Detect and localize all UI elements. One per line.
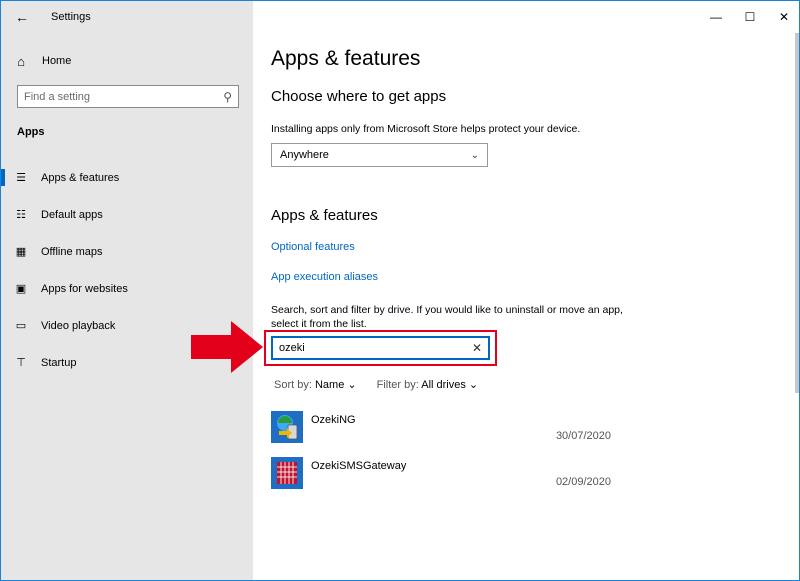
clear-icon[interactable]: ✕ bbox=[472, 341, 482, 355]
sort-filter-row: Sort by: Name ⌄ Filter by: All drives ⌄ bbox=[274, 378, 478, 391]
ozeki-sms-gateway-app-icon bbox=[271, 457, 303, 489]
window-title: Settings bbox=[51, 11, 91, 23]
pointer-arrow-icon bbox=[191, 321, 263, 373]
sidebar-item-label: Video playback bbox=[41, 319, 116, 332]
choose-heading: Choose where to get apps bbox=[271, 88, 447, 105]
app-search-input[interactable] bbox=[279, 342, 459, 354]
minimize-icon[interactable]: — bbox=[699, 1, 733, 33]
optional-features-link[interactable]: Optional features bbox=[271, 241, 355, 253]
sidebar-item-label: Default apps bbox=[41, 208, 103, 221]
app-date: 30/07/2020 bbox=[555, 430, 611, 442]
app-search-box: ✕ bbox=[271, 336, 490, 360]
app-name: OzekiSMSGateway bbox=[311, 460, 407, 472]
app-list-item[interactable]: OzekiSMSGateway 02/09/2020 bbox=[271, 457, 611, 497]
sidebar-item-label: Offline maps bbox=[41, 245, 103, 258]
app-execution-aliases-link[interactable]: App execution aliases bbox=[271, 271, 378, 283]
sidebar-item-apps-features[interactable]: ☰ Apps & features bbox=[1, 159, 253, 196]
sidebar-item-label: Apps for websites bbox=[41, 282, 128, 295]
find-setting-box: ⚲ bbox=[17, 85, 239, 108]
find-setting-input[interactable] bbox=[24, 90, 204, 103]
apps-features-icon: ☰ bbox=[16, 172, 26, 184]
section-label: Apps bbox=[17, 126, 45, 138]
app-source-value: Anywhere bbox=[280, 149, 329, 161]
sort-value: Name bbox=[314, 379, 345, 391]
sort-by-control[interactable]: Sort by: Name ⌄ bbox=[274, 378, 357, 391]
sidebar-item-label: Apps & features bbox=[41, 171, 120, 184]
chevron-down-icon: ⌄ bbox=[470, 149, 479, 161]
default-apps-icon: ☷ bbox=[16, 209, 26, 221]
back-arrow-icon[interactable]: ← bbox=[1, 1, 43, 33]
sort-label: Sort by: bbox=[274, 379, 312, 391]
app-name: OzekiNG bbox=[311, 414, 356, 426]
sidebar: ← Settings ⌂ Home ⚲ Apps ☰ Apps & featur… bbox=[1, 1, 253, 580]
video-playback-icon: ▭ bbox=[15, 320, 27, 332]
filter-value: All drives bbox=[421, 379, 466, 391]
choose-description: Installing apps only from Microsoft Stor… bbox=[271, 123, 581, 135]
startup-icon: ⊤ bbox=[16, 357, 26, 369]
scrollbar[interactable] bbox=[795, 33, 799, 393]
app-date: 02/09/2020 bbox=[555, 476, 611, 488]
search-description: Search, sort and filter by drive. If you… bbox=[271, 304, 623, 330]
ozeking-app-icon bbox=[271, 411, 303, 443]
page-title: Apps & features bbox=[271, 47, 421, 70]
sidebar-item-apps-websites[interactable]: ▣ Apps for websites bbox=[1, 270, 253, 307]
sidebar-item-label: Startup bbox=[41, 356, 77, 369]
sidebar-item-default-apps[interactable]: ☷ Default apps bbox=[1, 196, 253, 233]
app-source-dropdown[interactable]: Anywhere ⌄ bbox=[271, 143, 488, 167]
close-icon[interactable]: ✕ bbox=[767, 1, 799, 33]
chevron-down-icon: ⌄ bbox=[347, 379, 357, 391]
sidebar-item-offline-maps[interactable]: ▦ Offline maps bbox=[1, 233, 253, 270]
search-icon[interactable]: ⚲ bbox=[223, 90, 232, 104]
app-list-item[interactable]: OzekiNG 30/07/2020 bbox=[271, 411, 611, 451]
home-label: Home bbox=[42, 55, 72, 67]
main-content: — ☐ ✕ Apps & features Choose where to ge… bbox=[253, 1, 799, 580]
maximize-icon[interactable]: ☐ bbox=[733, 1, 767, 33]
apps-websites-icon: ▣ bbox=[15, 283, 27, 295]
settings-window: ← Settings ⌂ Home ⚲ Apps ☰ Apps & featur… bbox=[0, 0, 800, 581]
offline-maps-icon: ▦ bbox=[15, 246, 27, 258]
features-heading: Apps & features bbox=[271, 207, 378, 224]
window-controls: — ☐ ✕ bbox=[699, 1, 799, 33]
sidebar-item-home[interactable]: ⌂ Home bbox=[1, 47, 253, 75]
titlebar: ← Settings bbox=[1, 1, 253, 33]
chevron-down-icon: ⌄ bbox=[468, 379, 479, 391]
home-icon: ⌂ bbox=[17, 53, 25, 69]
filter-label: Filter by: bbox=[376, 379, 419, 391]
filter-by-control[interactable]: Filter by: All drives ⌄ bbox=[377, 378, 479, 391]
